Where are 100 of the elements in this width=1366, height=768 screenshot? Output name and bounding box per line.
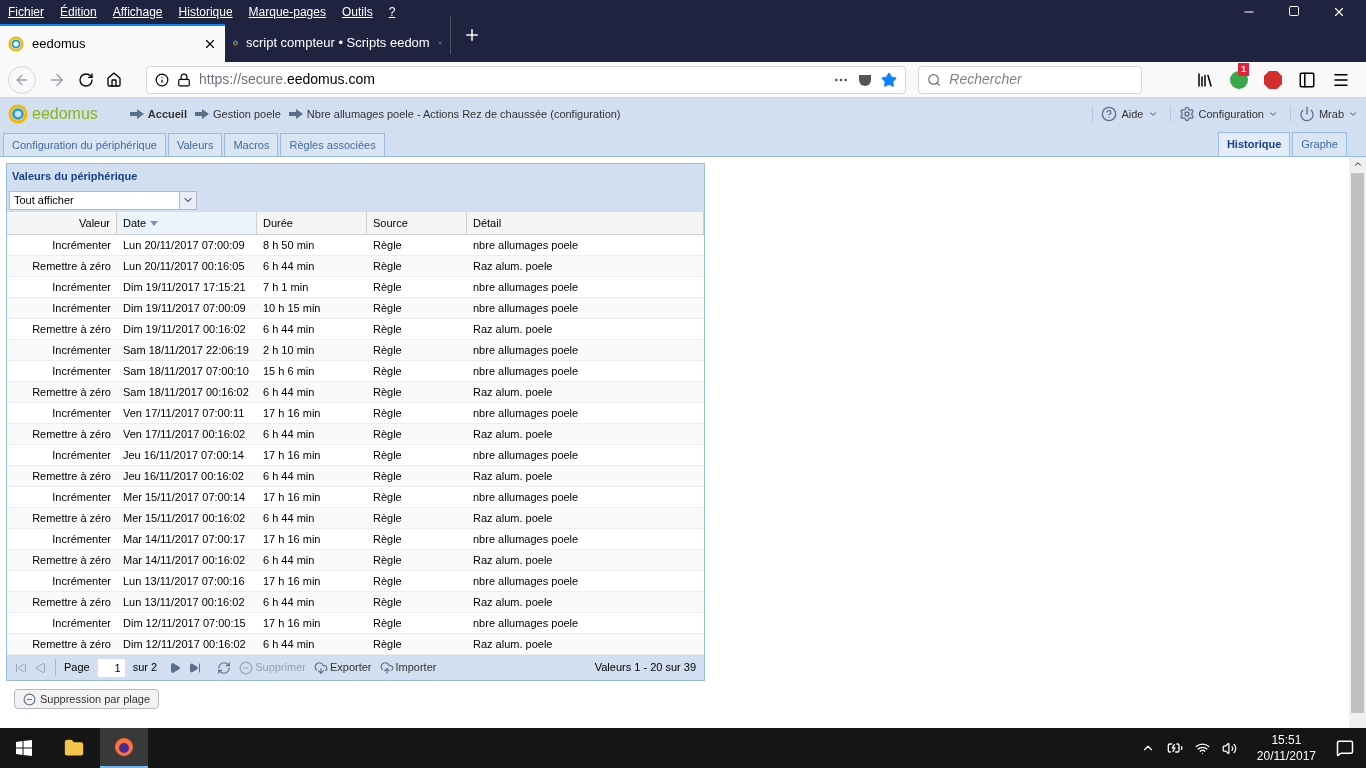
table-cell-text: nbre allumages poele xyxy=(472,405,580,421)
column-header[interactable]: Durée xyxy=(257,212,367,234)
clock-time[interactable]: 15:51 xyxy=(1271,732,1302,748)
table-cell-text: Remettre à zéro xyxy=(31,552,112,568)
page-tab[interactable]: Règles associées xyxy=(280,133,385,156)
wifi-icon[interactable] xyxy=(1194,740,1210,756)
page-tab[interactable]: Valeurs xyxy=(167,133,223,156)
volume-icon[interactable] xyxy=(1221,740,1237,756)
table-cell-text: Incrémenter xyxy=(51,363,112,379)
next-page-icon[interactable] xyxy=(169,661,182,674)
table-cell-text: 7 h 1 min xyxy=(262,279,310,295)
table-cell-text: Règle xyxy=(372,426,403,442)
menu-item[interactable]: Outils xyxy=(341,3,373,21)
menu-item[interactable]: Historique xyxy=(178,3,233,21)
search-input[interactable]: Rechercher xyxy=(949,69,1133,90)
table-cell-text: Incrémenter xyxy=(51,489,112,505)
breadcrumb-link[interactable]: Gestion poele xyxy=(212,105,281,123)
folder-icon[interactable] xyxy=(64,738,84,758)
browser-tab[interactable]: script compteur • Scripts eedom xyxy=(225,24,450,62)
column-header[interactable]: Date xyxy=(117,212,257,234)
sidebar-icon[interactable] xyxy=(1298,70,1316,89)
table-cell-text: 2 h 10 min xyxy=(262,342,316,358)
table-cell-text: Mer 15/11/2017 00:16:02 xyxy=(122,510,247,526)
notification-icon[interactable] xyxy=(1336,739,1354,757)
minus-circle-icon xyxy=(239,660,254,675)
panel-title: Valeurs du périphérique xyxy=(11,168,139,184)
table-cell-text: Règle xyxy=(372,489,403,505)
adblock-icon[interactable] xyxy=(1264,70,1282,89)
menu-item[interactable]: ? xyxy=(388,3,396,21)
table-cell-text: Remettre à zéro xyxy=(31,258,112,274)
header-menu[interactable]: Configuration xyxy=(1169,105,1278,123)
page-tab[interactable]: Macros xyxy=(224,133,279,156)
toolbar-button[interactable]: Exporter xyxy=(313,659,372,676)
windows-start-icon[interactable] xyxy=(16,740,32,756)
battery-icon[interactable] xyxy=(1166,740,1183,756)
table-cell-text: Règle xyxy=(372,594,403,610)
table-cell-text: Raz alum. poele xyxy=(472,321,554,337)
reload-icon[interactable] xyxy=(78,71,94,88)
table-cell-text: Incrémenter xyxy=(51,342,112,358)
close-icon[interactable] xyxy=(1332,5,1346,19)
table-cell-text: Lun 13/11/2017 00:16:02 xyxy=(122,594,246,610)
table-cell-text: Incrémenter xyxy=(51,531,112,547)
header-menu[interactable]: Aide xyxy=(1092,105,1158,123)
filter-dropdown[interactable]: Tout afficher xyxy=(9,190,197,210)
table-cell-text: Règle xyxy=(372,384,403,400)
browser-tab[interactable]: eedomus xyxy=(0,24,225,62)
menu-item[interactable]: Marque-pages xyxy=(248,3,326,21)
table-cell-text: nbre allumages poele xyxy=(472,363,580,379)
restore-icon[interactable] xyxy=(1288,5,1300,17)
table-cell-text: 8 h 50 min xyxy=(262,237,316,253)
breadcrumb-link[interactable]: Nbre allumages poele - Actions Rez de chaussée (configuration) xyxy=(306,105,621,123)
table-cell-text: Lun 13/11/2017 07:00:16 xyxy=(122,573,246,589)
bookmark-star-icon[interactable] xyxy=(881,71,897,88)
scroll-up-icon[interactable] xyxy=(1352,159,1363,169)
table-cell-text: Jeu 16/11/2017 07:00:14 xyxy=(122,447,245,463)
table-cell-text: 6 h 44 min xyxy=(262,552,316,568)
table-cell-text: Dim 19/11/2017 07:00:09 xyxy=(122,300,247,316)
page-field[interactable]: 1 xyxy=(97,658,125,677)
table-cell-text: Dim 12/11/2017 07:00:15 xyxy=(122,615,247,631)
table-cell-text: nbre allumages poele xyxy=(472,573,580,589)
table-cell-text: Règle xyxy=(372,363,403,379)
page-tab[interactable]: Historique xyxy=(1217,132,1291,156)
table-cell-text: Règle xyxy=(372,615,403,631)
scrollbar[interactable] xyxy=(1349,157,1366,728)
table-cell-text: 6 h 44 min xyxy=(262,468,316,484)
table-cell-text: 6 h 44 min xyxy=(262,258,316,274)
table-cell-text: Remettre à zéro xyxy=(31,384,112,400)
page-tab[interactable]: Configuration du périphérique xyxy=(3,133,166,156)
lock-icon xyxy=(177,72,191,87)
page-count: sur 2 xyxy=(132,660,158,676)
column-header[interactable]: Détail xyxy=(467,212,704,234)
browser-icon[interactable] xyxy=(114,737,134,757)
table-cell-text: Règle xyxy=(372,405,403,421)
library-icon[interactable] xyxy=(1196,70,1214,89)
url-text: https://secure.eedomus.com xyxy=(199,70,375,89)
table-cell-text: Raz alum. poele xyxy=(472,552,554,568)
table-cell-text: Règle xyxy=(372,300,403,316)
last-page-icon[interactable] xyxy=(189,661,202,674)
close-tab-icon[interactable] xyxy=(203,37,217,51)
range-delete-button[interactable]: Suppression par plage xyxy=(14,689,160,709)
refresh-icon[interactable] xyxy=(217,660,232,675)
table-cell-text: 17 h 16 min xyxy=(262,531,322,547)
home-icon[interactable] xyxy=(106,71,122,88)
toolbar-button[interactable]: Importer xyxy=(379,659,437,676)
table-cell-text: Ven 17/11/2017 07:00:11 xyxy=(122,405,246,421)
column-header[interactable]: Source xyxy=(367,212,467,234)
menu-item[interactable]: Fichier xyxy=(8,3,44,21)
page-tab[interactable]: Graphe xyxy=(1292,132,1347,156)
clock-date[interactable]: 20/11/2017 xyxy=(1256,748,1316,764)
table-cell-text: Incrémenter xyxy=(51,405,112,421)
new-tab-icon[interactable] xyxy=(463,26,481,44)
breadcrumb-link[interactable]: Accueil xyxy=(147,105,187,123)
search-field[interactable]: Rechercher xyxy=(918,65,1142,94)
address-bar[interactable]: https://secure.eedomus.com xyxy=(146,65,906,94)
menu-item[interactable]: Affichage xyxy=(112,3,163,21)
table-cell-text: 15 h 6 min xyxy=(262,363,316,379)
header-menu[interactable]: Mrab xyxy=(1289,105,1358,123)
menu-item[interactable]: Édition xyxy=(60,3,97,21)
table-cell-text: Incrémenter xyxy=(51,615,112,631)
table-cell-text: Mar 14/11/2017 07:00:17 xyxy=(122,531,247,547)
